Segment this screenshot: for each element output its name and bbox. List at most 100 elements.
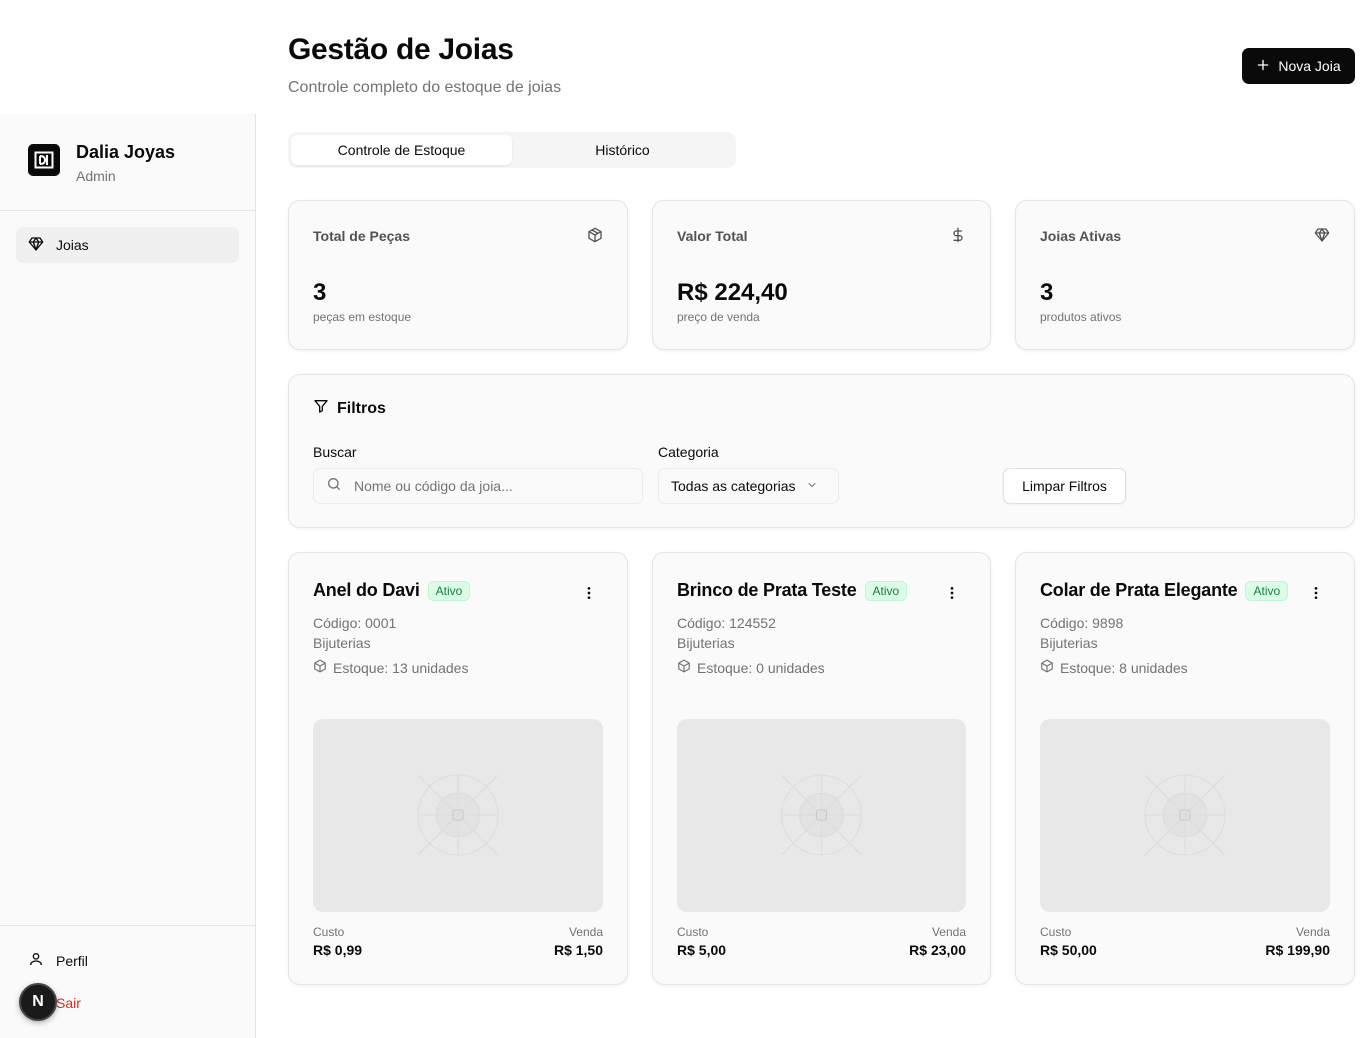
sidebar-item-label: Joias: [56, 237, 89, 253]
clear-filters-button[interactable]: Limpar Filtros: [1003, 468, 1126, 504]
product-stock: Estoque: 13 unidades: [313, 659, 468, 676]
stat-value: 3: [1040, 279, 1054, 306]
sale-label: Venda: [568, 925, 603, 939]
cost-label: Custo: [677, 925, 709, 939]
package-icon: [677, 659, 691, 676]
stat-value: 3: [313, 279, 327, 306]
gem-icon: [28, 236, 44, 255]
cost-value: R$ 50,00: [1040, 942, 1097, 958]
product-name: Brinco de Prata Teste: [677, 580, 857, 600]
brand-role: Admin: [76, 168, 116, 184]
status-badge: Ativo: [427, 580, 471, 601]
package-icon: [587, 227, 603, 248]
image-placeholder-icon: [1144, 774, 1226, 856]
stock-text: Estoque: 8 unidades: [1060, 659, 1188, 676]
product-image-placeholder: [1040, 719, 1330, 912]
sidebar: Dalia Joyas Admin Joias Perfil Sair N: [0, 114, 256, 1038]
stat-subtext: preço de venda: [677, 310, 760, 324]
cost-block: Custo R$ 50,00: [1040, 925, 1097, 958]
logout-label: Sair: [56, 995, 81, 1011]
tabs: Controle de Estoque Histórico: [288, 132, 736, 168]
filters-panel: Filtros Buscar Categoria Todas as catego…: [288, 374, 1355, 528]
search-field[interactable]: [313, 468, 643, 504]
card-title-row: Colar de Prata Elegante Ativo: [1040, 580, 1289, 601]
product-image-placeholder: [677, 719, 966, 912]
new-jewel-button[interactable]: Nova Joia: [1242, 48, 1355, 84]
product-stock: Estoque: 0 unidades: [677, 659, 825, 676]
chevron-down-icon: [806, 478, 818, 494]
user-icon: [28, 951, 44, 970]
sale-block: Venda R$ 199,90: [1265, 925, 1330, 958]
sidebar-item-joias[interactable]: Joias: [16, 227, 239, 263]
more-vertical-icon[interactable]: [581, 585, 597, 601]
cost-value: R$ 5,00: [677, 942, 727, 958]
product-code: Código: 0001: [313, 615, 397, 631]
card-title-row: Brinco de Prata Teste Ativo: [677, 580, 908, 601]
category-select[interactable]: Todas as categorias: [658, 468, 839, 504]
plus-icon: [1256, 58, 1270, 75]
product-stock: Estoque: 8 unidades: [1040, 659, 1188, 676]
cost-value: R$ 0,99: [313, 942, 363, 958]
stat-label: Total de Peças: [313, 228, 411, 244]
logout-link[interactable]: Sair: [56, 995, 81, 1011]
stat-label: Joias Ativas: [1040, 228, 1122, 244]
new-jewel-label: Nova Joia: [1278, 58, 1341, 74]
tab-controle-estoque[interactable]: Controle de Estoque: [291, 135, 512, 165]
more-vertical-icon[interactable]: [944, 585, 960, 601]
profile-label: Perfil: [56, 952, 88, 969]
tab-historico[interactable]: Histórico: [512, 135, 733, 165]
more-vertical-icon[interactable]: [1308, 585, 1324, 601]
sale-block: Venda R$ 23,00: [909, 925, 966, 958]
product-category: Bijuterias: [313, 635, 371, 651]
sidebar-footer: Perfil Sair N: [0, 925, 255, 1038]
product-image-placeholder: [313, 719, 603, 912]
cost-block: Custo R$ 0,99: [313, 925, 362, 958]
product-code: Código: 9898: [1040, 615, 1124, 631]
sale-value: R$ 1,50: [553, 942, 603, 958]
filter-icon: [313, 398, 329, 419]
avatar[interactable]: N: [19, 983, 57, 1021]
filters-title: Filtros: [337, 399, 386, 417]
brand-name: Dalia Joyas: [76, 142, 176, 162]
page-subtitle: Controle completo do estoque de joias: [288, 79, 562, 96]
cost-label: Custo: [1040, 925, 1072, 939]
status-badge: Ativo: [864, 580, 908, 601]
package-icon: [313, 659, 327, 676]
page-title: Gestão de Joias: [288, 33, 514, 66]
cost-block: Custo R$ 5,00: [677, 925, 726, 958]
image-placeholder-icon: [417, 774, 499, 856]
card-title-row: Anel do Davi Ativo: [313, 580, 471, 601]
stat-subtext: produtos ativos: [1040, 310, 1122, 324]
sale-block: Venda R$ 1,50: [554, 925, 603, 958]
image-placeholder-icon: [781, 774, 862, 856]
product-card: Brinco de Prata Teste Ativo Código: 1245…: [652, 552, 991, 985]
product-category: Bijuterias: [1040, 635, 1098, 651]
search-icon: [326, 476, 342, 497]
product-category: Bijuterias: [677, 635, 735, 651]
sale-value: R$ 199,90: [1265, 942, 1330, 958]
product-card: Colar de Prata Elegante Ativo Código: 98…: [1015, 552, 1355, 985]
search-input[interactable]: [354, 478, 614, 494]
package-icon: [1040, 659, 1054, 676]
stat-card-total-pecas: Total de Peças 3 peças em estoque: [288, 200, 628, 350]
product-card: Anel do Davi Ativo Código: 0001 Bijuteri…: [288, 552, 628, 985]
dollar-icon: [950, 227, 966, 248]
search-label: Buscar: [313, 444, 357, 460]
sale-label: Venda: [1295, 925, 1330, 939]
sale-label: Venda: [931, 925, 966, 939]
brand-header: Dalia Joyas Admin: [0, 114, 255, 211]
stat-card-joias-ativas: Joias Ativas 3 produtos ativos: [1015, 200, 1355, 350]
product-name: Colar de Prata Elegante: [1040, 580, 1238, 600]
sale-value: R$ 23,00: [909, 942, 966, 958]
filters-header: Filtros: [313, 398, 386, 419]
gem-icon: [1314, 227, 1330, 248]
status-badge: Ativo: [1245, 580, 1289, 601]
cost-label: Custo: [313, 925, 345, 939]
stock-text: Estoque: 13 unidades: [333, 659, 469, 676]
brand-logo-icon: [28, 144, 60, 176]
product-name: Anel do Davi: [313, 580, 420, 600]
profile-link[interactable]: Perfil: [28, 951, 88, 970]
stat-card-valor-total: Valor Total R$ 224,40 preço de venda: [652, 200, 991, 350]
stat-value: R$ 224,40: [677, 279, 788, 306]
stat-label: Valor Total: [677, 228, 748, 244]
